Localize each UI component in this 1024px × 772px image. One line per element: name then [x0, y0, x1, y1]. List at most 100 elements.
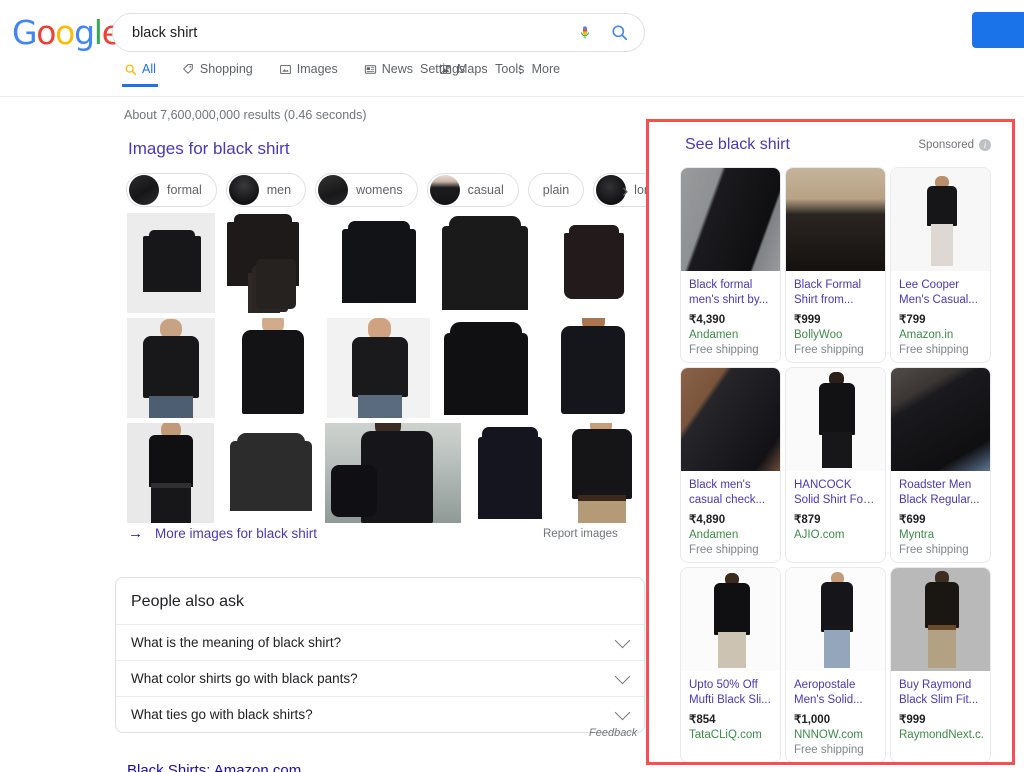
image-result[interactable] — [466, 423, 554, 523]
chip-formal[interactable]: formal — [126, 173, 217, 207]
people-also-ask-title: People also ask — [131, 593, 244, 610]
images-section-title[interactable]: Images for black shirt — [128, 139, 290, 159]
logo-letter-o2: o — [55, 13, 75, 52]
logo-letter-g: g — [74, 13, 95, 52]
settings-button[interactable]: Settings — [420, 62, 465, 76]
product-merchant: Andamen — [689, 529, 739, 541]
product-merchant: BollyWoo — [794, 329, 843, 341]
chip-men[interactable]: men — [225, 173, 307, 207]
product-image — [681, 168, 780, 271]
google-logo[interactable]: Google — [12, 13, 122, 52]
bottom-result-title[interactable]: Black Shirts: Amazon.com — [127, 762, 301, 772]
product-title: Black Formal Shirt from... — [794, 279, 862, 306]
chevron-down-icon — [614, 704, 631, 720]
product-merchant: Amazon.in — [899, 329, 954, 341]
product-card[interactable]: HANCOCK Solid Shirt For Men... ₹879 AJIO… — [785, 367, 886, 563]
search-nav-right: Settings Tools — [420, 62, 554, 76]
info-icon[interactable]: i — [979, 139, 991, 151]
product-card[interactable]: Black men's casual check... ₹4,890 Andam… — [680, 367, 781, 563]
product-card[interactable]: Roadster Men Black Regular... ₹699 Myntr… — [890, 367, 991, 563]
tab-all[interactable]: All — [122, 62, 158, 87]
result-stats: About 7,600,000,000 results (0.46 second… — [124, 108, 367, 122]
product-image — [681, 368, 780, 471]
image-result[interactable] — [327, 318, 430, 418]
paa-question-2[interactable]: What color shirts go with black pants? — [116, 660, 644, 696]
image-result[interactable] — [219, 318, 323, 418]
image-row — [127, 423, 645, 523]
tab-shopping-label: Shopping — [199, 62, 253, 76]
image-row — [127, 213, 646, 313]
product-image — [786, 368, 885, 471]
image-result[interactable] — [558, 423, 645, 523]
product-card[interactable]: Black formal men's shirt by... ₹4,390 An… — [680, 167, 781, 363]
product-image — [786, 168, 885, 271]
paa-question-label: What is the meaning of black shirt? — [131, 635, 342, 650]
more-images-link[interactable]: → More images for black shirt — [128, 525, 317, 542]
product-card[interactable]: Buy Raymond Black Slim Fit... ₹999 Raymo… — [890, 567, 991, 763]
tab-news[interactable]: News — [364, 62, 413, 87]
product-price: ₹699 — [899, 514, 926, 526]
chevron-right-icon[interactable]: › — [622, 182, 628, 201]
image-results-grid — [127, 213, 646, 528]
tools-button[interactable]: Tools — [495, 62, 524, 76]
search-input[interactable] — [113, 24, 568, 41]
feedback-link[interactable]: Feedback — [589, 727, 637, 739]
image-result[interactable] — [127, 318, 215, 418]
product-shipping: Free shipping — [689, 544, 759, 556]
sponsored-panel-title[interactable]: See black shirt — [685, 136, 790, 154]
tab-all-label: All — [142, 62, 156, 76]
product-image — [891, 168, 990, 271]
chip-casual[interactable]: casual — [426, 173, 519, 207]
page-header: Google A — [0, 0, 1024, 122]
product-card[interactable]: Lee Cooper Men's Casual... ₹799 Amazon.i… — [890, 167, 991, 363]
paa-question-3[interactable]: What ties go with black shirts? — [116, 696, 644, 732]
image-result[interactable] — [127, 423, 214, 523]
image-result[interactable] — [542, 213, 646, 313]
product-card[interactable]: Aeropostale Men's Solid... ₹1,000 NNNOW.… — [785, 567, 886, 763]
chip-long-sleeve[interactable]: long sleeve — [593, 173, 646, 207]
image-result[interactable] — [542, 318, 646, 418]
logo-letter-l: l — [93, 13, 103, 52]
product-card[interactable]: Black Formal Shirt from... ₹999 BollyWoo… — [785, 167, 886, 363]
image-result[interactable] — [434, 213, 538, 313]
chip-label: men — [266, 183, 292, 197]
chip-label: long sleeve — [634, 183, 646, 197]
report-images-link[interactable]: Report images — [543, 528, 618, 540]
chip-womens[interactable]: womens — [315, 173, 418, 207]
chip-plain[interactable]: plain — [527, 173, 585, 207]
microphone-icon[interactable] — [568, 16, 602, 50]
image-result[interactable] — [218, 423, 321, 523]
product-card[interactable]: Upto 50% Off Mufti Black Sli... ₹854 Tat… — [680, 567, 781, 763]
chip-label: formal — [167, 183, 202, 197]
arrow-right-icon: → — [128, 525, 143, 542]
product-title: Aeropostale Men's Solid... — [794, 679, 863, 706]
chip-thumb-womens — [318, 175, 349, 205]
product-shipping: Free shipping — [794, 744, 864, 756]
sign-in-button[interactable] — [972, 12, 1024, 48]
product-title: Roadster Men Black Regular... — [899, 479, 980, 506]
paa-question-1[interactable]: What is the meaning of black shirt? — [116, 624, 644, 660]
tab-images[interactable]: Images — [279, 62, 338, 87]
chevron-down-icon — [614, 632, 631, 648]
sponsored-panel-header: See black shirt Sponsored i — [652, 125, 1009, 154]
product-shipping: Free shipping — [689, 344, 759, 356]
image-result[interactable] — [127, 213, 215, 313]
product-price: ₹999 — [899, 714, 926, 726]
tag-icon — [183, 63, 193, 74]
search-icon — [125, 64, 137, 75]
sponsored-products-grid: Black formal men's shirt by... ₹4,390 An… — [680, 167, 1000, 763]
image-result[interactable] — [219, 213, 323, 313]
tab-news-label: News — [381, 62, 413, 76]
image-result[interactable] — [434, 318, 538, 418]
search-submit-icon[interactable] — [602, 16, 644, 50]
image-result[interactable] — [327, 213, 430, 313]
image-result[interactable] — [325, 423, 462, 523]
tab-shopping[interactable]: Shopping — [182, 62, 253, 87]
product-shipping: Free shipping — [899, 544, 969, 556]
chip-label: plain — [542, 183, 570, 197]
search-box[interactable] — [112, 13, 645, 52]
product-title: Buy Raymond Black Slim Fit... — [899, 679, 979, 706]
product-title: Upto 50% Off Mufti Black Sli... — [689, 679, 771, 706]
product-price: ₹1,000 — [794, 714, 831, 726]
news-icon — [364, 64, 376, 74]
